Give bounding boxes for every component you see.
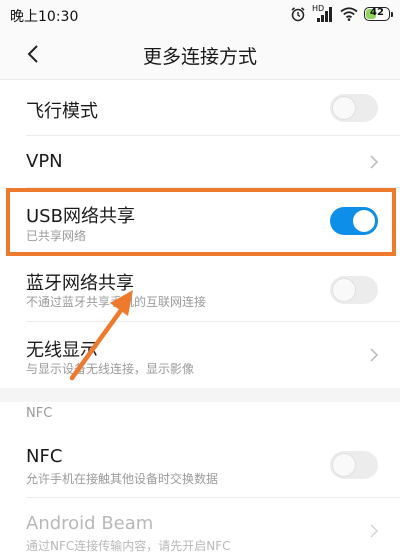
status-icons: HD 42 <box>290 4 393 24</box>
setting-subtitle: 允许手机在接触其他设备时交换数据 <box>26 472 219 486</box>
setting-android-beam[interactable]: Android Beam 通过NFC连接传输内容，请先开启NFC <box>0 498 400 560</box>
header: 更多连接方式 <box>0 28 400 80</box>
alarm-icon <box>291 7 305 22</box>
setting-bluetooth-tethering[interactable]: 蓝牙网络共享 不通过蓝牙共享手机的互联网连接 <box>0 256 400 322</box>
setting-nfc[interactable]: NFC 允许手机在接触其他设备时交换数据 <box>0 432 400 498</box>
wifi-icon <box>340 7 358 21</box>
chevron-right-icon <box>370 348 379 362</box>
nfc-toggle[interactable] <box>330 451 378 479</box>
setting-subtitle: 与显示设备无线连接，显示影像 <box>26 362 195 376</box>
setting-subtitle: 通过NFC连接传输内容，请先开启NFC <box>26 539 231 553</box>
battery-icon: 42 <box>364 7 393 21</box>
setting-title: Android Beam <box>26 513 154 534</box>
status-time: 晚上10:30 <box>10 9 79 25</box>
setting-subtitle: 不通过蓝牙共享手机的互联网连接 <box>26 295 207 309</box>
setting-airplane-mode[interactable]: 飞行模式 <box>0 80 400 136</box>
chevron-right-icon <box>370 155 379 169</box>
status-bar: 晚上10:30 HD 42 <box>0 0 400 28</box>
chevron-right-icon <box>370 524 379 538</box>
setting-vpn[interactable]: VPN <box>0 136 400 188</box>
signal-icon: HD <box>312 5 334 23</box>
page-title: 更多连接方式 <box>142 46 257 68</box>
section-header-nfc: NFC <box>26 406 53 421</box>
setting-title: 无线显示 <box>26 340 98 361</box>
setting-title: 飞行模式 <box>26 101 98 122</box>
battery-level: 42 <box>370 7 384 18</box>
setting-title: NFC <box>26 446 63 467</box>
section-gap <box>0 388 400 402</box>
setting-title: VPN <box>26 151 63 172</box>
airplane-mode-toggle[interactable] <box>330 94 378 122</box>
setting-wireless-display[interactable]: 无线显示 与显示设备无线连接，显示影像 <box>0 322 400 388</box>
annotation-highlight-box <box>6 188 396 256</box>
bluetooth-tethering-toggle[interactable] <box>330 276 378 304</box>
setting-title: 蓝牙网络共享 <box>26 273 134 294</box>
